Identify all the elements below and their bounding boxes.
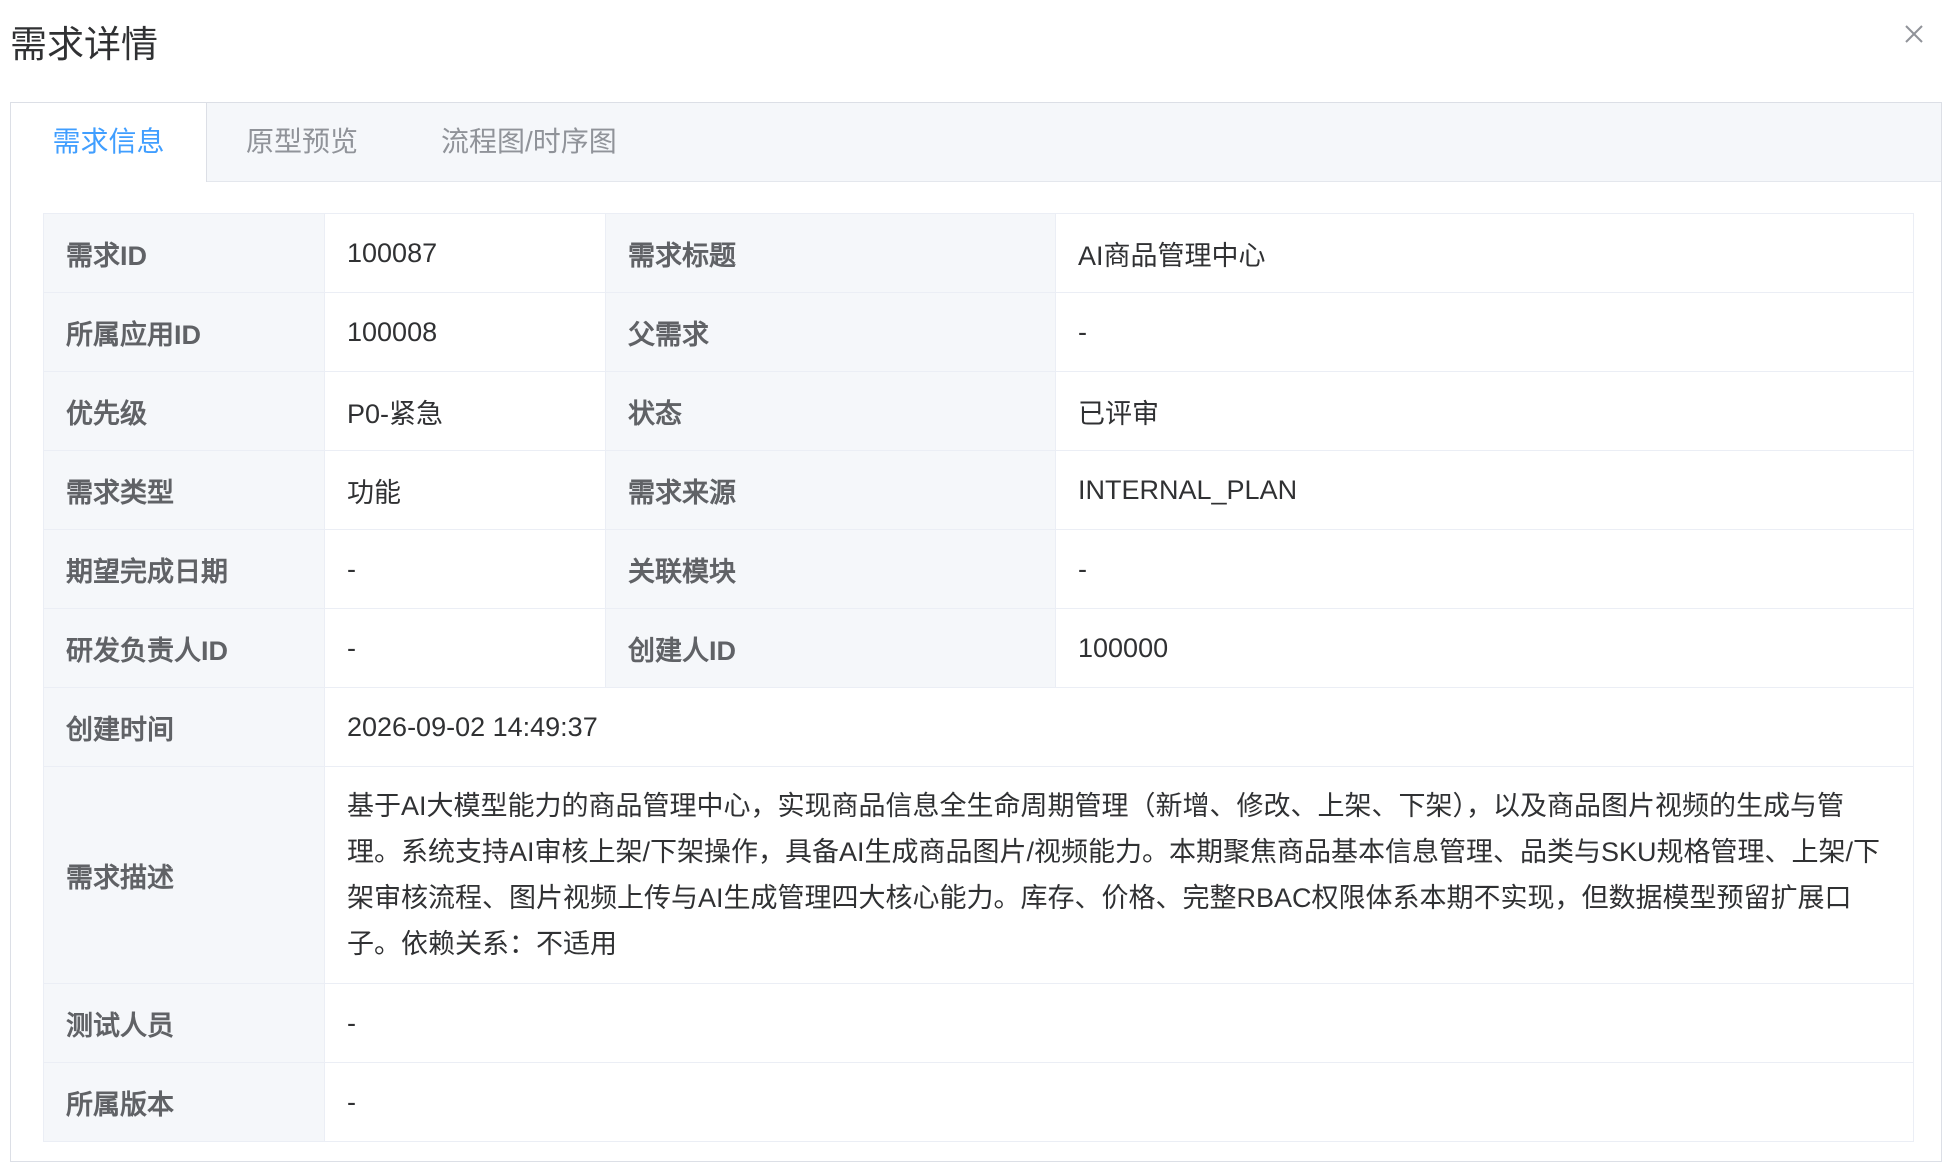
close-icon: [1905, 25, 1923, 43]
source-value: INTERNAL_PLAN: [1055, 450, 1914, 530]
type-value: 功能: [324, 450, 606, 530]
tab-header: 需求信息 原型预览 流程图/时序图: [11, 103, 1941, 182]
table-row: 所属版本 -: [43, 1062, 1914, 1142]
status-label: 状态: [605, 371, 1056, 451]
creator-label: 创建人ID: [605, 608, 1056, 688]
app-id-label: 所属应用ID: [43, 292, 325, 372]
status-value: 已评审: [1055, 371, 1914, 451]
tab-prototype-preview[interactable]: 原型预览: [246, 103, 358, 181]
dialog-title: 需求详情: [10, 24, 158, 65]
req-id-label: 需求ID: [43, 213, 325, 293]
creator-value: 100000: [1055, 608, 1914, 688]
parent-label: 父需求: [605, 292, 1056, 372]
table-row: 创建时间 2026-09-02 14:49:37: [43, 687, 1914, 767]
requirement-details-table: 需求ID 100087 需求标题 AI商品管理中心 所属应用ID 100008 …: [43, 213, 1914, 1142]
tab-flowchart[interactable]: 流程图/时序图: [441, 103, 617, 181]
table-row: 期望完成日期 - 关联模块 -: [43, 529, 1914, 609]
due-date-label: 期望完成日期: [43, 529, 325, 609]
dev-owner-value: -: [324, 608, 606, 688]
version-value: -: [324, 1062, 1914, 1142]
source-label: 需求来源: [605, 450, 1056, 530]
close-button[interactable]: [1898, 18, 1930, 50]
table-row: 需求类型 功能 需求来源 INTERNAL_PLAN: [43, 450, 1914, 530]
req-id-value: 100087: [324, 213, 606, 293]
created-at-value: 2026-09-02 14:49:37: [324, 687, 1914, 767]
testers-value: -: [324, 983, 1914, 1063]
tabs-card: 需求信息 原型预览 流程图/时序图 需求ID 100087 需求标题 AI商品管…: [10, 102, 1942, 1162]
due-date-value: -: [324, 529, 606, 609]
type-label: 需求类型: [43, 450, 325, 530]
table-row: 优先级 P0-紧急 状态 已评审: [43, 371, 1914, 451]
req-title-label: 需求标题: [605, 213, 1056, 293]
description-label: 需求描述: [43, 766, 325, 984]
priority-value: P0-紧急: [324, 371, 606, 451]
table-row: 研发负责人ID - 创建人ID 100000: [43, 608, 1914, 688]
tab-requirement-info[interactable]: 需求信息: [11, 103, 207, 182]
table-row: 测试人员 -: [43, 983, 1914, 1063]
table-row: 所属应用ID 100008 父需求 -: [43, 292, 1914, 372]
module-label: 关联模块: [605, 529, 1056, 609]
created-at-label: 创建时间: [43, 687, 325, 767]
req-title-value: AI商品管理中心: [1055, 213, 1914, 293]
app-id-value: 100008: [324, 292, 606, 372]
dev-owner-label: 研发负责人ID: [43, 608, 325, 688]
table-row: 需求描述 基于AI大模型能力的商品管理中心，实现商品信息全生命周期管理（新增、修…: [43, 766, 1914, 984]
priority-label: 优先级: [43, 371, 325, 451]
version-label: 所属版本: [43, 1062, 325, 1142]
parent-value: -: [1055, 292, 1914, 372]
module-value: -: [1055, 529, 1914, 609]
testers-label: 测试人员: [43, 983, 325, 1063]
table-row: 需求ID 100087 需求标题 AI商品管理中心: [43, 213, 1914, 293]
description-value: 基于AI大模型能力的商品管理中心，实现商品信息全生命周期管理（新增、修改、上架、…: [324, 766, 1914, 984]
